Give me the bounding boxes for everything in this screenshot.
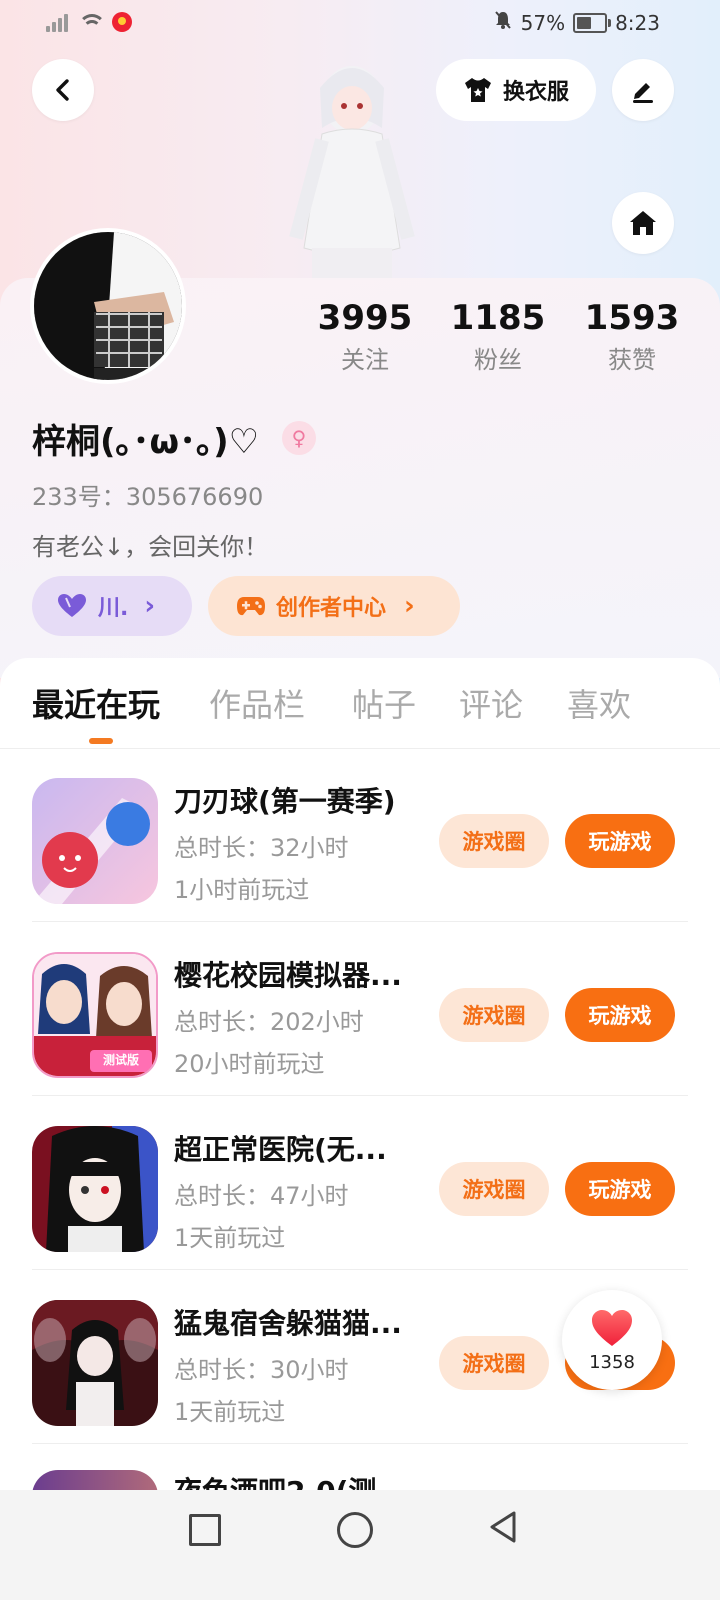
game-duration: 总时长：32小时	[174, 834, 349, 862]
game-last-played: 20小时前玩过	[174, 1050, 325, 1078]
change-outfit-label: 换衣服	[502, 80, 569, 105]
following-label: 关注	[341, 346, 389, 374]
battery-percent: 57%	[520, 10, 566, 35]
game-last-played: 1天前玩过	[174, 1398, 286, 1426]
game-duration: 总时长：202小时	[174, 1008, 364, 1036]
game-circle-button[interactable]: 游戏圈	[439, 1336, 549, 1390]
user-id: 233号：305676690	[32, 483, 264, 511]
creator-center-button[interactable]: 创作者中心 ›	[208, 576, 460, 636]
game-circle-button[interactable]: 游戏圈	[439, 814, 549, 868]
floating-like-button[interactable]: 1358	[562, 1290, 662, 1390]
signal-icon	[46, 12, 72, 32]
home-nav-icon[interactable]	[337, 1512, 373, 1548]
fan-badge-label: 川.	[98, 596, 129, 621]
game-icon-sakura-school[interactable]: 测试版	[32, 952, 158, 1078]
back-nav-icon[interactable]	[488, 1510, 518, 1548]
avatar-character-figure	[282, 48, 422, 280]
stat-likes[interactable]: 1593 获赞	[562, 296, 702, 380]
following-count: 3995	[317, 298, 413, 338]
chevron-right-icon: ›	[144, 591, 156, 621]
game-row[interactable]: 超正常医院(无... 总时长：47小时 1天前玩过 游戏圈 玩游戏	[0, 1096, 720, 1270]
stat-following[interactable]: 3995 关注	[295, 296, 435, 380]
profile-tabs: 最近在玩 作品栏 帖子 评论 喜欢	[0, 658, 720, 749]
game-last-played: 1小时前玩过	[174, 876, 310, 904]
heart-icon	[592, 1309, 632, 1346]
like-count: 1358	[589, 1351, 635, 1373]
mute-bell-icon	[493, 10, 513, 35]
edit-profile-button[interactable]	[612, 59, 674, 121]
change-outfit-button[interactable]: 换衣服	[436, 59, 596, 121]
chevron-left-icon	[56, 79, 69, 101]
game-row[interactable]: 测试版 樱花校园模拟器... 总时长：202小时 20小时前玩过 游戏圈 玩游戏	[0, 922, 720, 1096]
heart-badge-icon	[58, 594, 86, 617]
tab-likes[interactable]: 喜欢	[567, 680, 631, 726]
home-icon	[630, 211, 656, 235]
game-title: 超正常医院(无...	[174, 1133, 387, 1166]
game-circle-button[interactable]: 游戏圈	[439, 988, 549, 1042]
chevron-right-icon: ›	[404, 591, 415, 621]
likes-count: 1593	[584, 298, 680, 338]
wifi-icon	[80, 12, 104, 32]
edit-pen-icon	[633, 83, 653, 103]
nickname: 梓桐(｡･ω･｡)♡	[32, 422, 260, 462]
fan-badge-button[interactable]: 川. ›	[32, 576, 192, 636]
game-title-partial: 夜色酒吧2.0(测	[174, 1475, 377, 1492]
app-notification-icon	[112, 12, 132, 32]
bio: 有老公↓，会回关你！	[32, 533, 269, 561]
game-title: 猛鬼宿舍躲猫猫...	[174, 1307, 402, 1340]
recent-apps-icon[interactable]	[189, 1514, 221, 1546]
homepage-button[interactable]	[612, 192, 674, 254]
game-title: 刀刃球(第一赛季)	[174, 785, 396, 818]
play-game-button[interactable]: 玩游戏	[565, 988, 675, 1042]
back-button[interactable]	[32, 59, 94, 121]
game-last-played: 1天前玩过	[174, 1224, 286, 1252]
game-title: 樱花校园模拟器...	[174, 959, 402, 992]
row-divider	[32, 1443, 688, 1444]
tab-comments[interactable]: 评论	[459, 680, 523, 726]
followers-count: 1185	[450, 298, 546, 338]
game-icon-normal-hospital[interactable]	[32, 1126, 158, 1252]
tab-works[interactable]: 作品栏	[209, 680, 305, 726]
active-tab-indicator	[89, 738, 113, 744]
tab-posts[interactable]: 帖子	[352, 680, 416, 726]
clock: 8:23	[615, 10, 660, 35]
female-gender-icon: ♀	[282, 421, 316, 455]
play-game-button[interactable]: 玩游戏	[565, 814, 675, 868]
avatar[interactable]	[30, 228, 186, 384]
followers-label: 粉丝	[474, 346, 522, 374]
game-row[interactable]: 刀刃球(第一赛季) 总时长：32小时 1小时前玩过 游戏圈 玩游戏	[0, 748, 720, 922]
likes-label: 获赞	[608, 346, 656, 374]
game-circle-button[interactable]: 游戏圈	[439, 1162, 549, 1216]
game-duration: 总时长：30小时	[174, 1356, 349, 1384]
tshirt-icon	[464, 78, 491, 102]
game-icon-ghost-dorm[interactable]	[32, 1300, 158, 1426]
play-game-button[interactable]: 玩游戏	[565, 1162, 675, 1216]
battery-icon	[573, 12, 612, 33]
creator-center-label: 创作者中心	[276, 596, 387, 621]
stat-followers[interactable]: 1185 粉丝	[428, 296, 568, 380]
game-duration: 总时长：47小时	[174, 1182, 349, 1210]
gamepad-icon	[237, 597, 265, 616]
tab-recently-played[interactable]: 最近在玩	[32, 680, 160, 726]
test-version-tag: 测试版	[102, 1053, 139, 1067]
status-bar: 57% 8:23	[0, 0, 720, 48]
game-icon-blade-ball[interactable]	[32, 778, 158, 904]
